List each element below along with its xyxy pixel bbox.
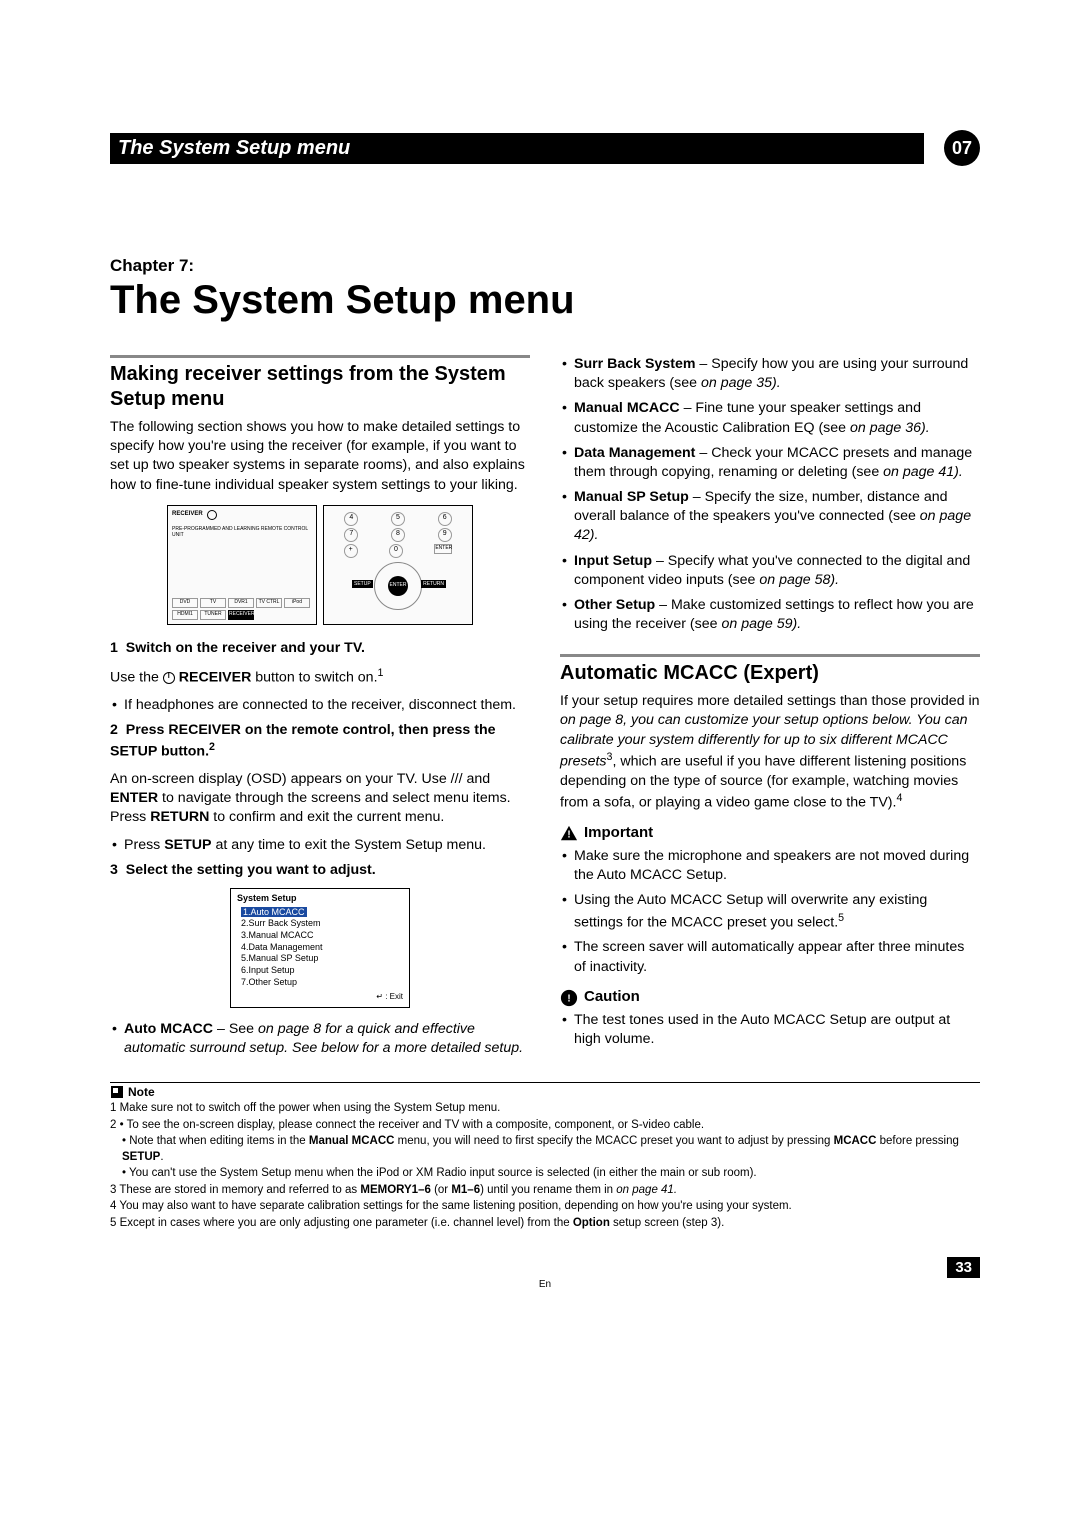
caution-icon: ! xyxy=(560,989,578,1005)
section-heading-1: Making receiver settings from the System… xyxy=(110,362,530,412)
fn-1: 1 Make sure not to switch off the power … xyxy=(110,1101,980,1117)
section-divider xyxy=(110,355,530,358)
fn-2b: • Note that when editing items in the Ma… xyxy=(110,1134,980,1165)
step2-bullets: Press SETUP at any time to exit the Syst… xyxy=(110,836,530,855)
important-heading: ! Important xyxy=(560,823,980,843)
page-footer: 33 En xyxy=(110,1257,980,1290)
header-bar: The System Setup menu 07 xyxy=(110,130,980,166)
caution-list: The test tones used in the Auto MCACC Se… xyxy=(560,1011,980,1049)
caution-heading: ! Caution xyxy=(560,987,980,1007)
note-label: Note xyxy=(128,1085,155,1099)
fn-3: 3 These are stored in memory and referre… xyxy=(110,1183,980,1199)
auto-mcacc-bullet: Auto MCACC – See on page 8 for a quick a… xyxy=(110,1020,530,1058)
osd-item-3: 3.Manual MCACC xyxy=(237,930,403,942)
footnotes: Note 1 Make sure not to switch off the p… xyxy=(110,1082,980,1231)
fn-2c: • You can't use the System Setup menu wh… xyxy=(110,1166,980,1182)
intro-paragraph: The following section shows you how to m… xyxy=(110,418,530,495)
note-icon xyxy=(110,1085,124,1099)
fn-4: 4 You may also want to have separate cal… xyxy=(110,1199,980,1215)
osd-item-2: 2.Surr Back System xyxy=(237,918,403,930)
header-title: The System Setup menu xyxy=(110,133,924,164)
remote-left: RECEIVER PRE-PROGRAMMED AND LEARNING REM… xyxy=(167,505,317,625)
imp-1: Make sure the microphone and speakers ar… xyxy=(574,847,980,885)
osd-item-5: 5.Manual SP Setup xyxy=(237,953,403,965)
power-icon xyxy=(163,672,175,684)
osd-item-4: 4.Data Management xyxy=(237,942,403,954)
item-surr-back: Surr Back System – Specify how you are u… xyxy=(574,355,980,393)
right-column: Surr Back System – Specify how you are u… xyxy=(560,355,980,1064)
remote-right: 4 5 6 7 8 9 + 0 ENTER xyxy=(323,505,473,625)
svg-text:!: ! xyxy=(567,829,570,840)
bullet-auto-mcacc: Auto MCACC – See on page 8 for a quick a… xyxy=(124,1020,530,1058)
osd-title: System Setup xyxy=(237,893,403,905)
item-data-mgmt: Data Management – Check your MCACC prese… xyxy=(574,444,980,482)
item-input-setup: Input Setup – Specify what you've connec… xyxy=(574,552,980,590)
step-3: 3 Select the setting you want to adjust. xyxy=(110,861,530,880)
important-list: Make sure the microphone and speakers ar… xyxy=(560,847,980,977)
item-manual-sp: Manual SP Setup – Specify the size, numb… xyxy=(574,488,980,546)
main-title: The System Setup menu xyxy=(110,278,980,323)
page-number: 33 xyxy=(947,1257,980,1278)
imp-2: Using the Auto MCACC Setup will overwrit… xyxy=(574,891,980,932)
page-lang: En xyxy=(110,1279,980,1290)
step1-bullets: If headphones are connected to the recei… xyxy=(110,696,530,715)
section-heading-2: Automatic MCACC (Expert) xyxy=(560,661,980,686)
remote-figure: RECEIVER PRE-PROGRAMMED AND LEARNING REM… xyxy=(110,505,530,625)
section-divider-2 xyxy=(560,654,980,657)
left-column: Making receiver settings from the System… xyxy=(110,355,530,1064)
remote-sub-label: PRE-PROGRAMMED AND LEARNING REMOTE CONTR… xyxy=(172,526,312,540)
page-badge: 07 xyxy=(944,130,980,166)
fn-5: 5 Except in cases where you are only adj… xyxy=(110,1216,980,1232)
step-1: 1 Switch on the receiver and your TV. xyxy=(110,639,530,658)
fn-2a: 2 • To see the on-screen display, please… xyxy=(110,1118,980,1134)
svg-text:!: ! xyxy=(567,993,570,1004)
osd-item-6: 6.Input Setup xyxy=(237,965,403,977)
step-1-line: Use the RECEIVER button to switch on.1 xyxy=(110,666,530,688)
bullet-headphones: If headphones are connected to the recei… xyxy=(124,696,530,715)
chapter-label: Chapter 7: xyxy=(110,256,980,276)
osd-item-1: 1.Auto MCACC xyxy=(241,907,307,917)
osd-item-7: 7.Other Setup xyxy=(237,977,403,989)
osd-exit: ↵ : Exit xyxy=(237,992,403,1002)
settings-list: Surr Back System – Specify how you are u… xyxy=(560,355,980,634)
item-other-setup: Other Setup – Make customized settings t… xyxy=(574,596,980,634)
warning-icon: ! xyxy=(560,825,578,841)
osd-figure: System Setup 1.Auto MCACC 2.Surr Back Sy… xyxy=(110,888,530,1008)
caution-1: The test tones used in the Auto MCACC Se… xyxy=(574,1011,980,1049)
step-2: 2 Press RECEIVER on the remote control, … xyxy=(110,721,530,762)
step-2-desc: An on-screen display (OSD) appears on yo… xyxy=(110,770,530,828)
mcacc-expert-desc: If your setup requires more detailed set… xyxy=(560,692,980,813)
remote-receiver-label: RECEIVER xyxy=(172,510,203,520)
imp-3: The screen saver will automatically appe… xyxy=(574,938,980,976)
bullet-setup-exit: Press SETUP at any time to exit the Syst… xyxy=(124,836,530,855)
item-manual-mcacc: Manual MCACC – Fine tune your speaker se… xyxy=(574,399,980,437)
